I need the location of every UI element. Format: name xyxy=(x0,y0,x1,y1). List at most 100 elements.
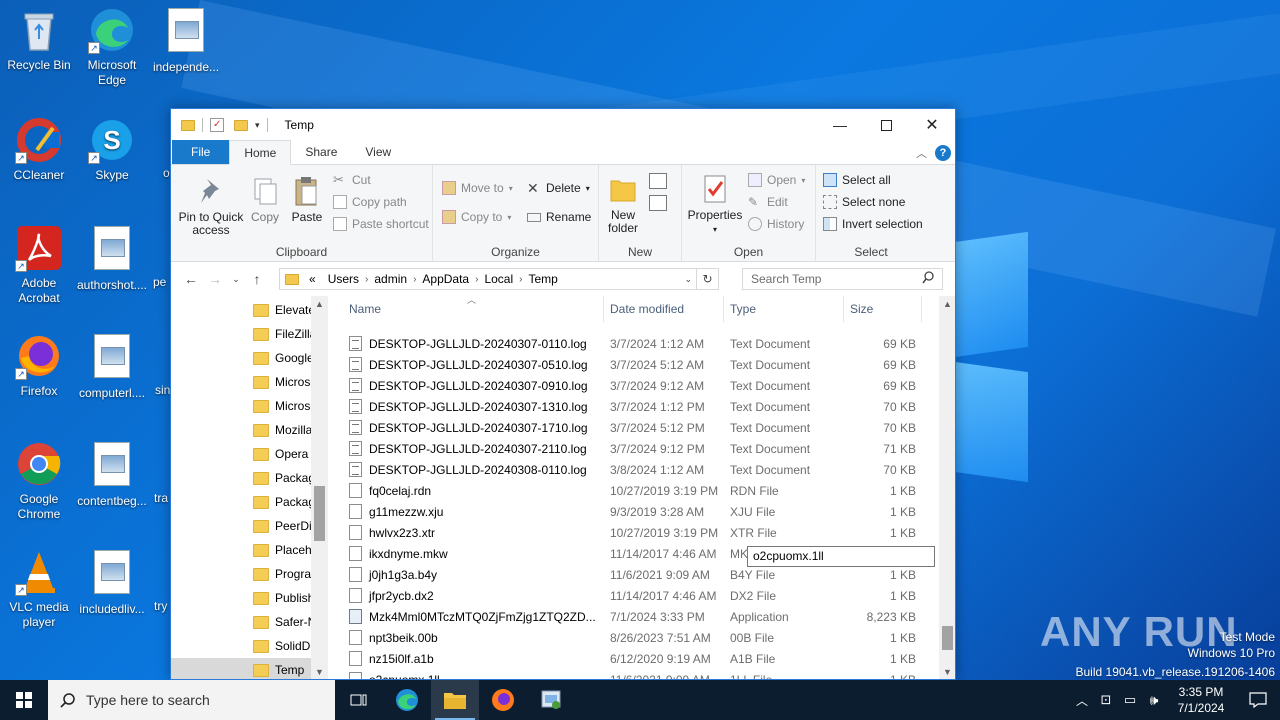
show-hidden-icons[interactable]: ︿ xyxy=(1070,692,1094,709)
file-row[interactable]: DESKTOP-JGLLJLD-20240307-0510.log 3/7/202… xyxy=(329,354,939,375)
file-row[interactable]: nz15i0lf.a1b 6/12/2020 9:19 AM A1B File 1 K… xyxy=(329,648,939,669)
desktop-icon-skype[interactable]: S ↗ Skype xyxy=(73,116,151,183)
file-row[interactable]: npt3beik.00b 8/26/2023 7:51 AM 00B File 1 K… xyxy=(329,627,939,648)
taskbar-app-button[interactable] xyxy=(527,680,575,720)
scroll-down-icon[interactable]: ▼ xyxy=(939,664,955,679)
taskbar-clock[interactable]: 3:35 PM 7/1/2024 xyxy=(1166,684,1236,716)
new-folder-quick-icon[interactable] xyxy=(234,119,248,131)
properties-button[interactable]: Properties ▾ xyxy=(686,173,744,236)
address-bar[interactable]: « Users › admin › AppData › Local › Temp… xyxy=(279,268,719,290)
file-row[interactable]: fq0celaj.rdn 10/27/2019 3:19 PM RDN File 1 … xyxy=(329,480,939,501)
new-item-icon[interactable] xyxy=(649,173,667,189)
tab-share[interactable]: Share xyxy=(291,140,351,164)
desktop-icon-edge[interactable]: ↗ Microsoft Edge xyxy=(73,6,151,88)
customize-quick-access-icon[interactable]: ▾ xyxy=(255,120,260,131)
file-scroll-thumb[interactable] xyxy=(942,626,953,650)
cut-button[interactable]: ✂ Cut xyxy=(333,173,371,188)
nav-item[interactable]: Opera xyxy=(171,442,311,466)
tab-view[interactable]: View xyxy=(351,140,405,164)
nav-item[interactable]: Packag xyxy=(171,490,311,514)
pin-to-quick-access-button[interactable]: Pin to Quick access xyxy=(177,175,245,237)
copy-path-button[interactable]: Copy path xyxy=(333,195,407,209)
file-row[interactable]: DESKTOP-JGLLJLD-20240307-0910.log 3/7/202… xyxy=(329,375,939,396)
action-center-button[interactable] xyxy=(1236,692,1280,708)
open-button[interactable]: Open ▾ xyxy=(748,173,805,187)
close-button[interactable]: ✕ xyxy=(909,109,955,141)
select-all-button[interactable]: Select all xyxy=(823,173,891,187)
start-button[interactable] xyxy=(0,680,48,720)
desktop-icon-firefox[interactable]: ↗ Firefox xyxy=(0,332,78,399)
minimize-button[interactable]: — xyxy=(817,109,863,141)
nav-item[interactable]: Progran xyxy=(171,562,311,586)
nav-scroll-thumb[interactable] xyxy=(314,486,325,541)
task-view-button[interactable] xyxy=(335,680,383,720)
file-list-scrollbar[interactable]: ▲ ▼ xyxy=(939,296,955,679)
paste-button[interactable]: Paste xyxy=(289,175,325,224)
nav-item[interactable]: PeerDis xyxy=(171,514,311,538)
desktop-icon-recycle-bin[interactable]: Recycle Bin xyxy=(0,6,78,73)
recent-locations-button[interactable]: ⌄ xyxy=(227,274,245,285)
nav-item[interactable]: Safer-N xyxy=(171,610,311,634)
taskbar-file-explorer-button[interactable] xyxy=(431,680,479,720)
taskbar-search-input[interactable]: Type here to search xyxy=(48,680,335,720)
nav-item[interactable]: Mozilla xyxy=(171,418,311,442)
file-row[interactable]: j0jh1g3a.b4y 11/6/2021 9:09 AM B4Y File 1 K… xyxy=(329,564,939,585)
nav-item[interactable]: Temp xyxy=(171,658,311,679)
file-row[interactable]: DESKTOP-JGLLJLD-20240308-0110.log 3/8/202… xyxy=(329,459,939,480)
nav-item[interactable]: Microso xyxy=(171,370,311,394)
up-button[interactable]: ↑ xyxy=(245,271,269,287)
back-button[interactable]: ← xyxy=(179,271,203,287)
ethernet-icon[interactable]: ▭ xyxy=(1118,692,1142,708)
collapse-ribbon-icon[interactable]: ︿ xyxy=(916,145,927,161)
desktop-icon-independe[interactable]: independe... xyxy=(147,6,225,75)
file-row[interactable]: DESKTOP-JGLLJLD-20240307-1310.log 3/7/202… xyxy=(329,396,939,417)
delete-button[interactable]: ✕ Delete ▾ xyxy=(527,181,590,195)
desktop-icon-chrome[interactable]: Google Chrome xyxy=(0,440,78,522)
rename-button[interactable]: Rename xyxy=(527,210,591,224)
taskbar-firefox-button[interactable] xyxy=(479,680,527,720)
nav-item[interactable]: Elevate xyxy=(171,298,311,322)
scroll-up-icon[interactable]: ▲ xyxy=(311,296,328,313)
desktop-icon-computerl[interactable]: computerl.... xyxy=(73,332,151,401)
easy-access-icon[interactable] xyxy=(649,195,667,211)
edit-button[interactable]: ✎ Edit xyxy=(748,195,788,209)
tab-home[interactable]: Home xyxy=(229,140,292,165)
nav-item[interactable]: Microso xyxy=(171,394,311,418)
file-row[interactable]: DESKTOP-JGLLJLD-20240307-1710.log 3/7/202… xyxy=(329,417,939,438)
volume-icon[interactable]: 🕪 xyxy=(1142,692,1166,709)
new-folder-button[interactable]: New folder xyxy=(605,173,641,235)
select-none-button[interactable]: Select none xyxy=(823,195,905,209)
taskbar-edge-button[interactable] xyxy=(383,680,431,720)
nav-item[interactable]: Packag xyxy=(171,466,311,490)
file-row[interactable]: hwlvx2z3.xtr 10/27/2019 3:19 PM XTR File 1 … xyxy=(329,522,939,543)
copy-button[interactable]: Copy xyxy=(247,175,283,224)
move-to-button[interactable]: Move to ▾ xyxy=(442,181,513,195)
file-row[interactable]: jfpr2ycb.dx2 11/14/2017 4:46 AM DX2 File 1 … xyxy=(329,585,939,606)
tab-file[interactable]: File xyxy=(172,140,230,164)
breadcrumb-users[interactable]: Users xyxy=(322,272,365,286)
nav-item[interactable]: FileZilla xyxy=(171,322,311,346)
nav-item[interactable]: Placeho xyxy=(171,538,311,562)
file-row[interactable]: DESKTOP-JGLLJLD-20240307-2110.log 3/7/202… xyxy=(329,438,939,459)
search-input[interactable]: Search Temp xyxy=(742,268,943,290)
file-row[interactable]: o2cpuomx.1ll 11/6/2021 9:09 AM 1LL File 1 K… xyxy=(329,669,939,679)
history-button[interactable]: History xyxy=(748,217,804,231)
nav-item[interactable]: Publish xyxy=(171,586,311,610)
scroll-down-icon[interactable]: ▼ xyxy=(311,664,328,679)
help-icon[interactable]: ? xyxy=(935,145,951,161)
scroll-up-icon[interactable]: ▲ xyxy=(939,296,955,313)
file-row[interactable]: Mzk4Mml0MTczMTQ0ZjFmZjg1ZTQ2ZD... 7/1/202… xyxy=(329,606,939,627)
invert-selection-button[interactable]: Invert selection xyxy=(823,217,923,231)
breadcrumb-appdata[interactable]: AppData xyxy=(416,272,475,286)
file-row[interactable]: g11mezzw.xju 9/3/2019 3:28 AM XJU File 1 KB xyxy=(329,501,939,522)
breadcrumb-overflow[interactable]: « xyxy=(303,272,322,286)
forward-button[interactable]: → xyxy=(203,271,227,287)
desktop-icon-contentbeg[interactable]: contentbeg... xyxy=(73,440,151,509)
paste-shortcut-button[interactable]: Paste shortcut xyxy=(333,217,429,231)
copy-to-button[interactable]: Copy to ▾ xyxy=(442,210,511,224)
properties-quick-icon[interactable]: ✓ xyxy=(210,118,224,132)
desktop-icon-authorshot[interactable]: authorshot.... xyxy=(73,224,151,293)
nav-item[interactable]: Google xyxy=(171,346,311,370)
desktop-icon-ccleaner[interactable]: ↗ CCleaner xyxy=(0,116,78,183)
maximize-button[interactable] xyxy=(863,109,909,141)
